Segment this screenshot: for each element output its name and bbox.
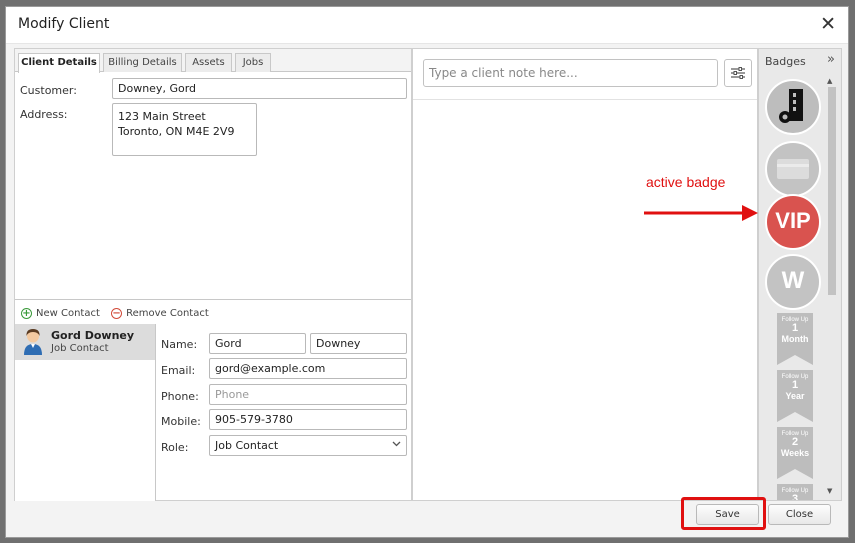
mobile-label: Mobile: — [161, 415, 201, 428]
dialog-titlebar: Modify Client ✕ — [6, 7, 848, 44]
follow-up-3-badge[interactable]: Follow Up 3 — [777, 484, 813, 500]
tab-jobs[interactable]: Jobs — [235, 53, 271, 72]
badges-panel: Badges » VIP W Follow Up 1 Month Follow … — [758, 48, 842, 501]
role-select[interactable]: Job Contact — [209, 435, 407, 456]
email-input[interactable]: gord@example.com — [209, 358, 407, 379]
ribbon-number: 3 — [791, 493, 799, 501]
role-label: Role: — [161, 441, 189, 454]
follow-up-1-year-badge[interactable]: Follow Up 1 Year — [777, 370, 813, 422]
tab-client-details[interactable]: Client Details — [18, 53, 100, 73]
last-name-input[interactable]: Downey — [310, 333, 407, 354]
annotation-label: active badge — [646, 174, 726, 190]
ribbon-number: 1 — [791, 322, 799, 334]
remove-contact-label: Remove Contact — [126, 308, 209, 319]
first-name-input[interactable]: Gord — [209, 333, 306, 354]
ribbon-number: 1 — [791, 379, 799, 391]
role-select-value: Job Contact — [215, 439, 279, 452]
chevron-down-icon — [392, 439, 401, 454]
badges-scrollbar[interactable]: ▲ ▼ — [827, 77, 837, 499]
contact-list-item[interactable]: Gord Downey Job Contact — [15, 324, 155, 360]
minus-circle-icon: − — [111, 308, 123, 319]
close-icon[interactable]: ✕ — [820, 13, 836, 35]
modify-client-dialog: Modify Client ✕ Client Details Billing D… — [5, 6, 849, 538]
notes-separator — [413, 99, 757, 100]
contact-toolbar: + New Contact − Remove Contact — [21, 308, 217, 319]
w-badge[interactable]: W — [765, 254, 821, 310]
credit-card-icon — [777, 159, 809, 179]
contact-list: Gord Downey Job Contact — [15, 324, 156, 501]
tab-assets[interactable]: Assets — [185, 53, 232, 72]
scroll-down-icon[interactable]: ▼ — [827, 487, 832, 495]
contacts-section: + New Contact − Remove Contact Gord Down… — [15, 299, 411, 501]
customer-input[interactable]: Downey, Gord — [112, 78, 407, 99]
vip-badge[interactable]: VIP — [765, 194, 821, 250]
follow-up-1-month-badge[interactable]: Follow Up 1 Month — [777, 313, 813, 365]
client-notes-panel: Type a client note here... — [412, 48, 758, 501]
scroll-up-icon[interactable]: ▲ — [827, 77, 832, 85]
remove-contact-button[interactable]: − Remove Contact — [111, 308, 209, 319]
new-contact-label: New Contact — [36, 308, 100, 319]
double-chevron-right-icon[interactable]: » — [827, 52, 835, 67]
follow-up-2-weeks-badge[interactable]: Follow Up 2 Weeks — [777, 427, 813, 479]
sliders-icon — [731, 67, 745, 79]
arrow-right-icon — [644, 205, 758, 221]
mobile-input[interactable]: 905-579-3780 — [209, 409, 407, 430]
contact-name: Gord Downey — [51, 329, 135, 342]
dialog-title: Modify Client — [18, 16, 110, 32]
filter-button[interactable] — [724, 59, 752, 87]
address-label: Address: — [20, 108, 68, 121]
ribbon-unit: Year — [785, 391, 805, 401]
save-button[interactable]: Save — [696, 504, 759, 525]
client-details-panel: Client Details Billing Details Assets Jo… — [14, 48, 412, 501]
phone-input[interactable]: Phone — [209, 384, 407, 405]
badges-header: Badges — [765, 55, 806, 68]
tab-billing-details[interactable]: Billing Details — [103, 53, 182, 72]
tab-bar: Client Details Billing Details Assets Jo… — [15, 49, 411, 73]
plus-circle-icon: + — [21, 308, 32, 319]
ribbon-unit: Month — [781, 334, 809, 344]
customer-label: Customer: — [20, 84, 77, 97]
person-avatar-icon — [24, 329, 42, 355]
scroll-thumb[interactable] — [828, 87, 836, 295]
close-button[interactable]: Close — [768, 504, 831, 525]
address-input[interactable]: 123 Main Street Toronto, ON M4E 2V9 — [112, 103, 257, 156]
contact-form: Name: Gord Downey Email: gord@example.co… — [156, 324, 411, 501]
credit-card-badge[interactable] — [765, 141, 821, 197]
new-contact-button[interactable]: + New Contact — [21, 308, 100, 319]
ribbon-unit: Weeks — [780, 448, 810, 458]
name-label: Name: — [161, 338, 198, 351]
key-badge[interactable] — [765, 79, 821, 135]
email-label: Email: — [161, 364, 196, 377]
client-note-input[interactable]: Type a client note here... — [423, 59, 718, 87]
ribbon-number: 2 — [791, 436, 799, 448]
key-lock-icon — [779, 89, 803, 123]
contact-role: Job Contact — [51, 343, 109, 354]
phone-label: Phone: — [161, 390, 199, 403]
